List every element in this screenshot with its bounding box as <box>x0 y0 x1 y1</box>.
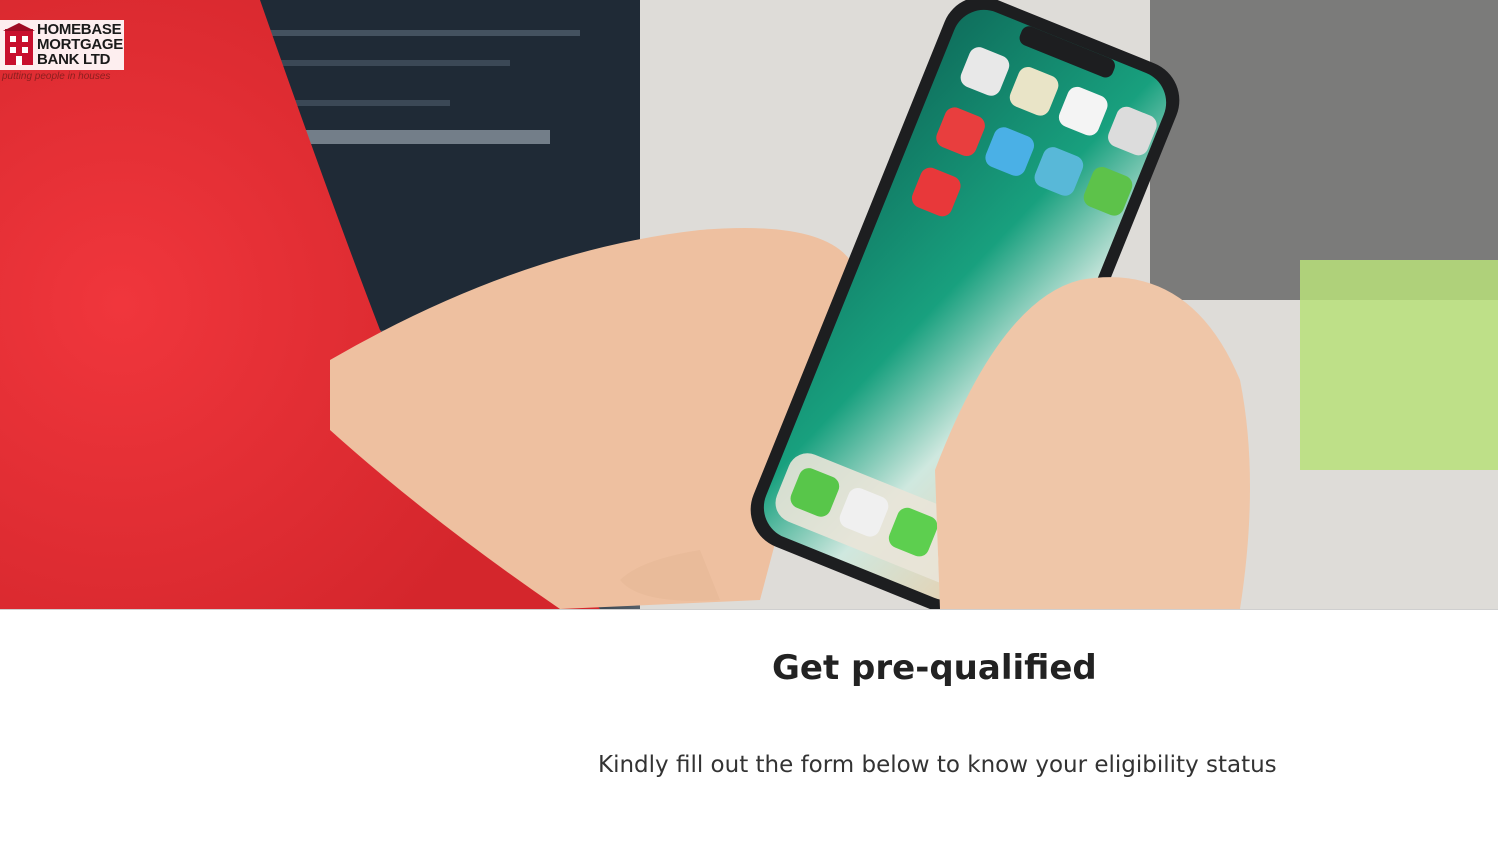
logo-tagline: putting people in houses <box>2 71 111 82</box>
page-subtitle: Kindly fill out the form below to know y… <box>598 752 1277 778</box>
hero-image: HOMEBASE MORTGAGE BANK LTD putting peopl… <box>0 0 1498 610</box>
hero-photo <box>0 0 1498 609</box>
logo-line-3: BANK LTD <box>37 51 111 68</box>
logo-line-2: MORTGAGE <box>37 36 123 53</box>
page-title: Get pre-qualified <box>772 648 1097 688</box>
logo-line-1: HOMEBASE <box>37 21 122 38</box>
brand-logo[interactable]: HOMEBASE MORTGAGE BANK LTD putting peopl… <box>0 20 126 86</box>
building-icon <box>3 23 35 65</box>
